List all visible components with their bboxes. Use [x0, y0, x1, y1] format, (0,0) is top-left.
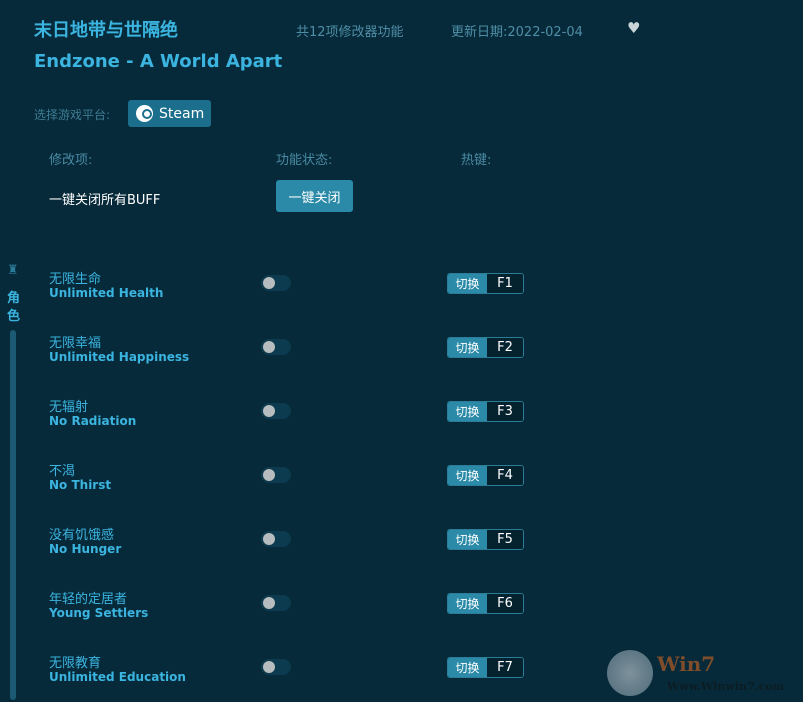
cheat-toggle[interactable]	[261, 275, 291, 291]
favorite-heart-icon[interactable]: ♥	[627, 19, 640, 37]
hotkey-action: 切换	[448, 530, 487, 549]
hotkey-action: 切换	[448, 594, 487, 613]
cheat-name-en: No Thirst	[49, 478, 111, 492]
cheat-name-cn: 无辐射	[49, 396, 88, 415]
windows-logo-icon	[607, 650, 653, 696]
hotkey-key: F3	[487, 402, 523, 421]
hotkey-key: F6	[487, 594, 523, 613]
cheat-row: 无辐射 No Radiation 切换F3	[0, 396, 803, 446]
steam-platform-button[interactable]: Steam	[128, 100, 211, 127]
feature-count: 共12项修改器功能	[296, 21, 404, 40]
toggle-knob	[263, 597, 275, 609]
game-title-en: Endzone - A World Apart	[34, 51, 282, 72]
cheat-row: 无限幸福 Unlimited Happiness 切换F2	[0, 332, 803, 382]
cheat-name-cn: 没有饥饿感	[49, 524, 114, 543]
cheat-name-en: Young Settlers	[49, 606, 148, 620]
cheat-row: 没有饥饿感 No Hunger 切换F5	[0, 524, 803, 574]
hotkey-button[interactable]: 切换F5	[447, 529, 524, 550]
cheat-name-en: Unlimited Health	[49, 286, 163, 300]
cheat-name-cn: 不渴	[49, 460, 75, 479]
column-status: 功能状态:	[276, 149, 332, 168]
platform-label: 选择游戏平台:	[34, 106, 110, 123]
close-all-label: 一键关闭所有BUFF	[49, 189, 160, 208]
toggle-knob	[263, 405, 275, 417]
platform-name: Steam	[159, 106, 204, 122]
steam-icon	[136, 105, 153, 122]
toggle-knob	[263, 661, 275, 673]
toggle-knob	[263, 341, 275, 353]
cheat-name-en: No Hunger	[49, 542, 121, 556]
toggle-knob	[263, 533, 275, 545]
cheat-name-cn: 无限生命	[49, 268, 101, 287]
hotkey-button[interactable]: 切换F3	[447, 401, 524, 422]
cheat-name-cn: 无限教育	[49, 652, 101, 671]
hotkey-key: F2	[487, 338, 523, 357]
toggle-knob	[263, 469, 275, 481]
hotkey-key: F7	[487, 658, 523, 677]
cheat-name-en: Unlimited Education	[49, 670, 186, 684]
cheat-toggle[interactable]	[261, 531, 291, 547]
scrollbar[interactable]	[10, 330, 16, 700]
hotkey-action: 切换	[448, 658, 487, 677]
cheat-toggle[interactable]	[261, 339, 291, 355]
cheat-name-cn: 无限幸福	[49, 332, 101, 351]
cheat-toggle[interactable]	[261, 595, 291, 611]
hotkey-button[interactable]: 切换F2	[447, 337, 524, 358]
cheat-toggle[interactable]	[261, 467, 291, 483]
cheat-row: 年轻的定居者 Young Settlers 切换F6	[0, 588, 803, 638]
cheat-row: 不渴 No Thirst 切换F4	[0, 460, 803, 510]
column-item: 修改项:	[49, 149, 92, 168]
hotkey-key: F5	[487, 530, 523, 549]
cheat-toggle[interactable]	[261, 403, 291, 419]
hotkey-button[interactable]: 切换F6	[447, 593, 524, 614]
game-title-cn: 末日地带与世隔绝	[34, 16, 178, 42]
cheat-name-en: Unlimited Happiness	[49, 350, 189, 364]
hotkey-key: F1	[487, 274, 523, 293]
cheat-name-en: No Radiation	[49, 414, 136, 428]
hotkey-action: 切换	[448, 274, 487, 293]
cheat-row: 无限生命 Unlimited Health 切换F1	[0, 268, 803, 318]
hotkey-action: 切换	[448, 402, 487, 421]
hotkey-button[interactable]: 切换F7	[447, 657, 524, 678]
watermark-logo: Win7 Www.Winwin7.com	[605, 648, 803, 700]
hotkey-action: 切换	[448, 338, 487, 357]
cheat-toggle[interactable]	[261, 659, 291, 675]
hotkey-button[interactable]: 切换F1	[447, 273, 524, 294]
hotkey-action: 切换	[448, 466, 487, 485]
toggle-knob	[263, 277, 275, 289]
update-date: 更新日期:2022-02-04	[451, 21, 583, 40]
close-all-button[interactable]: 一键关闭	[276, 180, 353, 212]
hotkey-button[interactable]: 切换F4	[447, 465, 524, 486]
hotkey-key: F4	[487, 466, 523, 485]
cheat-name-cn: 年轻的定居者	[49, 588, 127, 607]
column-hotkey: 热键:	[461, 149, 491, 168]
